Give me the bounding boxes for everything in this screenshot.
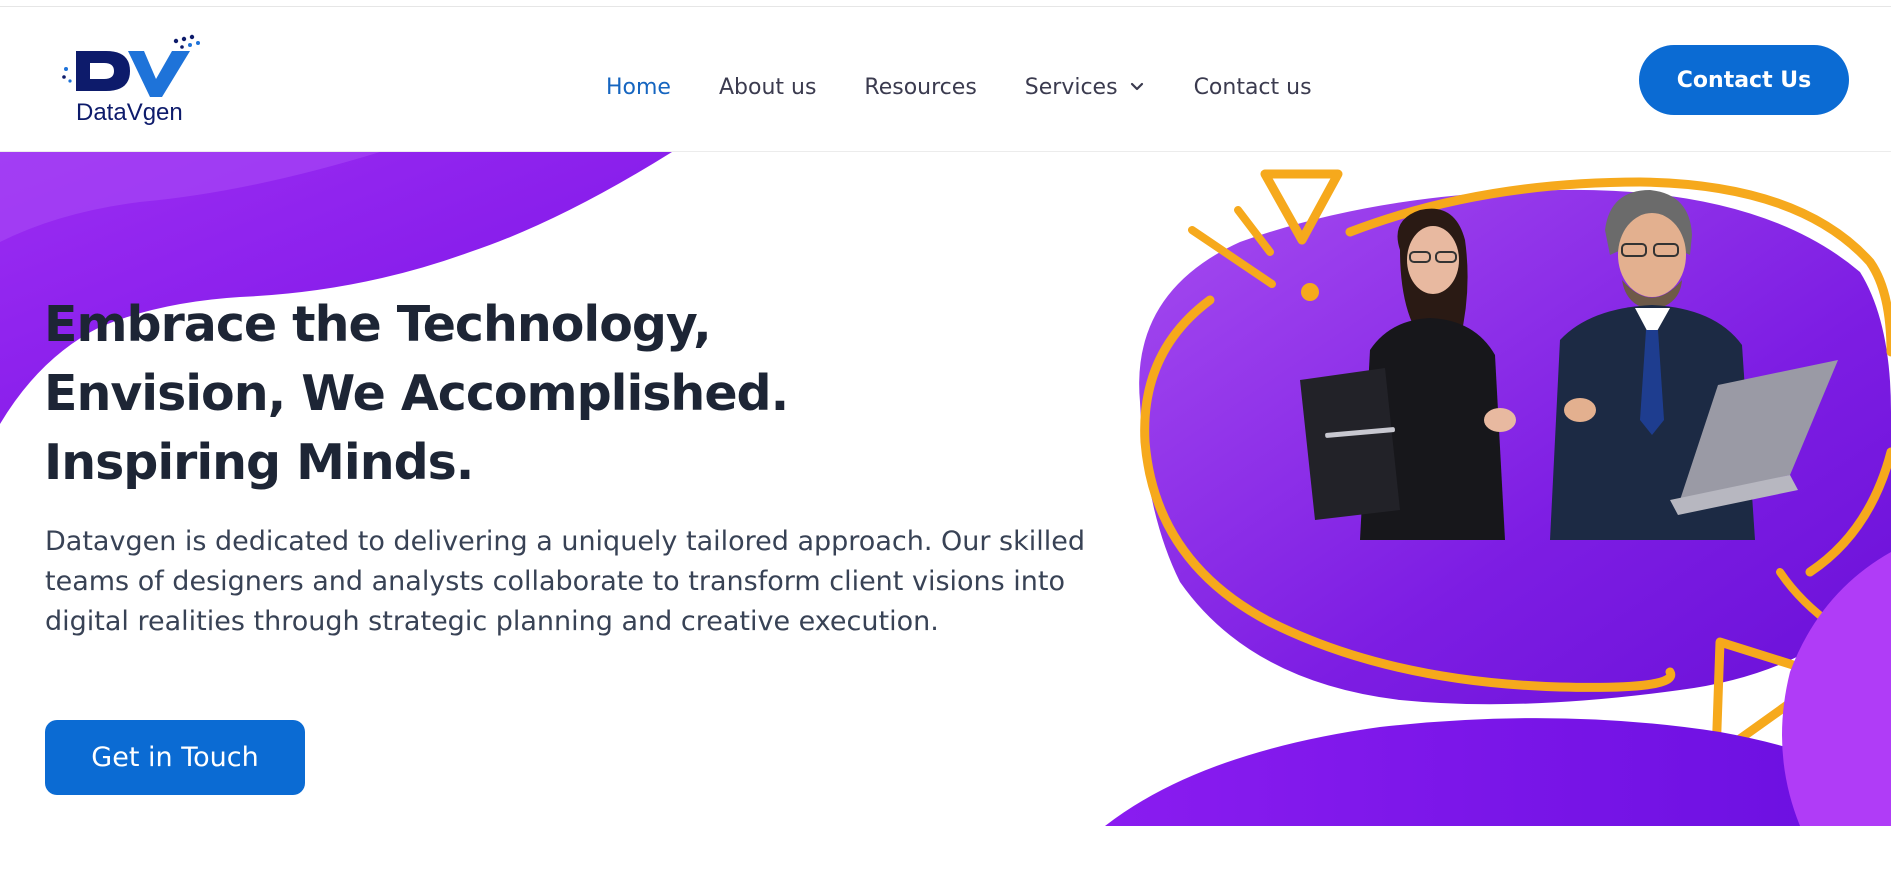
brand-name: DataVgen [76, 99, 183, 126]
dv-logo-icon [62, 34, 200, 97]
nav-resources[interactable]: Resources [864, 75, 976, 100]
nav-about-us[interactable]: About us [719, 75, 816, 100]
nav-resources-label: Resources [864, 74, 977, 100]
hero-section: Embrace the Technology, Envision, We Acc… [0, 152, 1891, 826]
site-header: DataVgen Home About us Resources Service… [0, 7, 1891, 152]
nav-services-label: Services [1024, 74, 1118, 100]
business-people-image [1300, 190, 1838, 540]
man-figure [1550, 190, 1838, 540]
nav-contact-us[interactable]: Contact us [1194, 75, 1312, 100]
chevron-down-icon[interactable] [1128, 78, 1146, 96]
hero-headline-line-1: Embrace the Technology, [44, 296, 712, 353]
bottom-purple-wave [1105, 718, 1891, 826]
brand-logo[interactable]: DataVgen [58, 29, 208, 139]
hero-description: Datavgen is dedicated to delivering a un… [45, 526, 1086, 637]
nav-about-us-label: About us [718, 74, 817, 100]
hero-headline: Embrace the Technology, Envision, We Acc… [44, 290, 789, 497]
nav-services[interactable]: Services [1025, 75, 1146, 100]
get-in-touch-button[interactable]: Get in Touch [45, 720, 305, 795]
main-nav: Home About us Resources Services Contact… [606, 67, 1360, 107]
nav-home-label: Home [606, 74, 671, 100]
hero-headline-line-2: Envision, We Accomplished. [44, 365, 789, 422]
contact-us-button[interactable]: Contact Us [1639, 45, 1849, 115]
woman-figure [1300, 208, 1516, 540]
nav-home[interactable]: Home [606, 75, 671, 100]
hero-headline-line-3: Inspiring Minds. [44, 434, 474, 491]
nav-contact-us-label: Contact us [1193, 74, 1312, 100]
